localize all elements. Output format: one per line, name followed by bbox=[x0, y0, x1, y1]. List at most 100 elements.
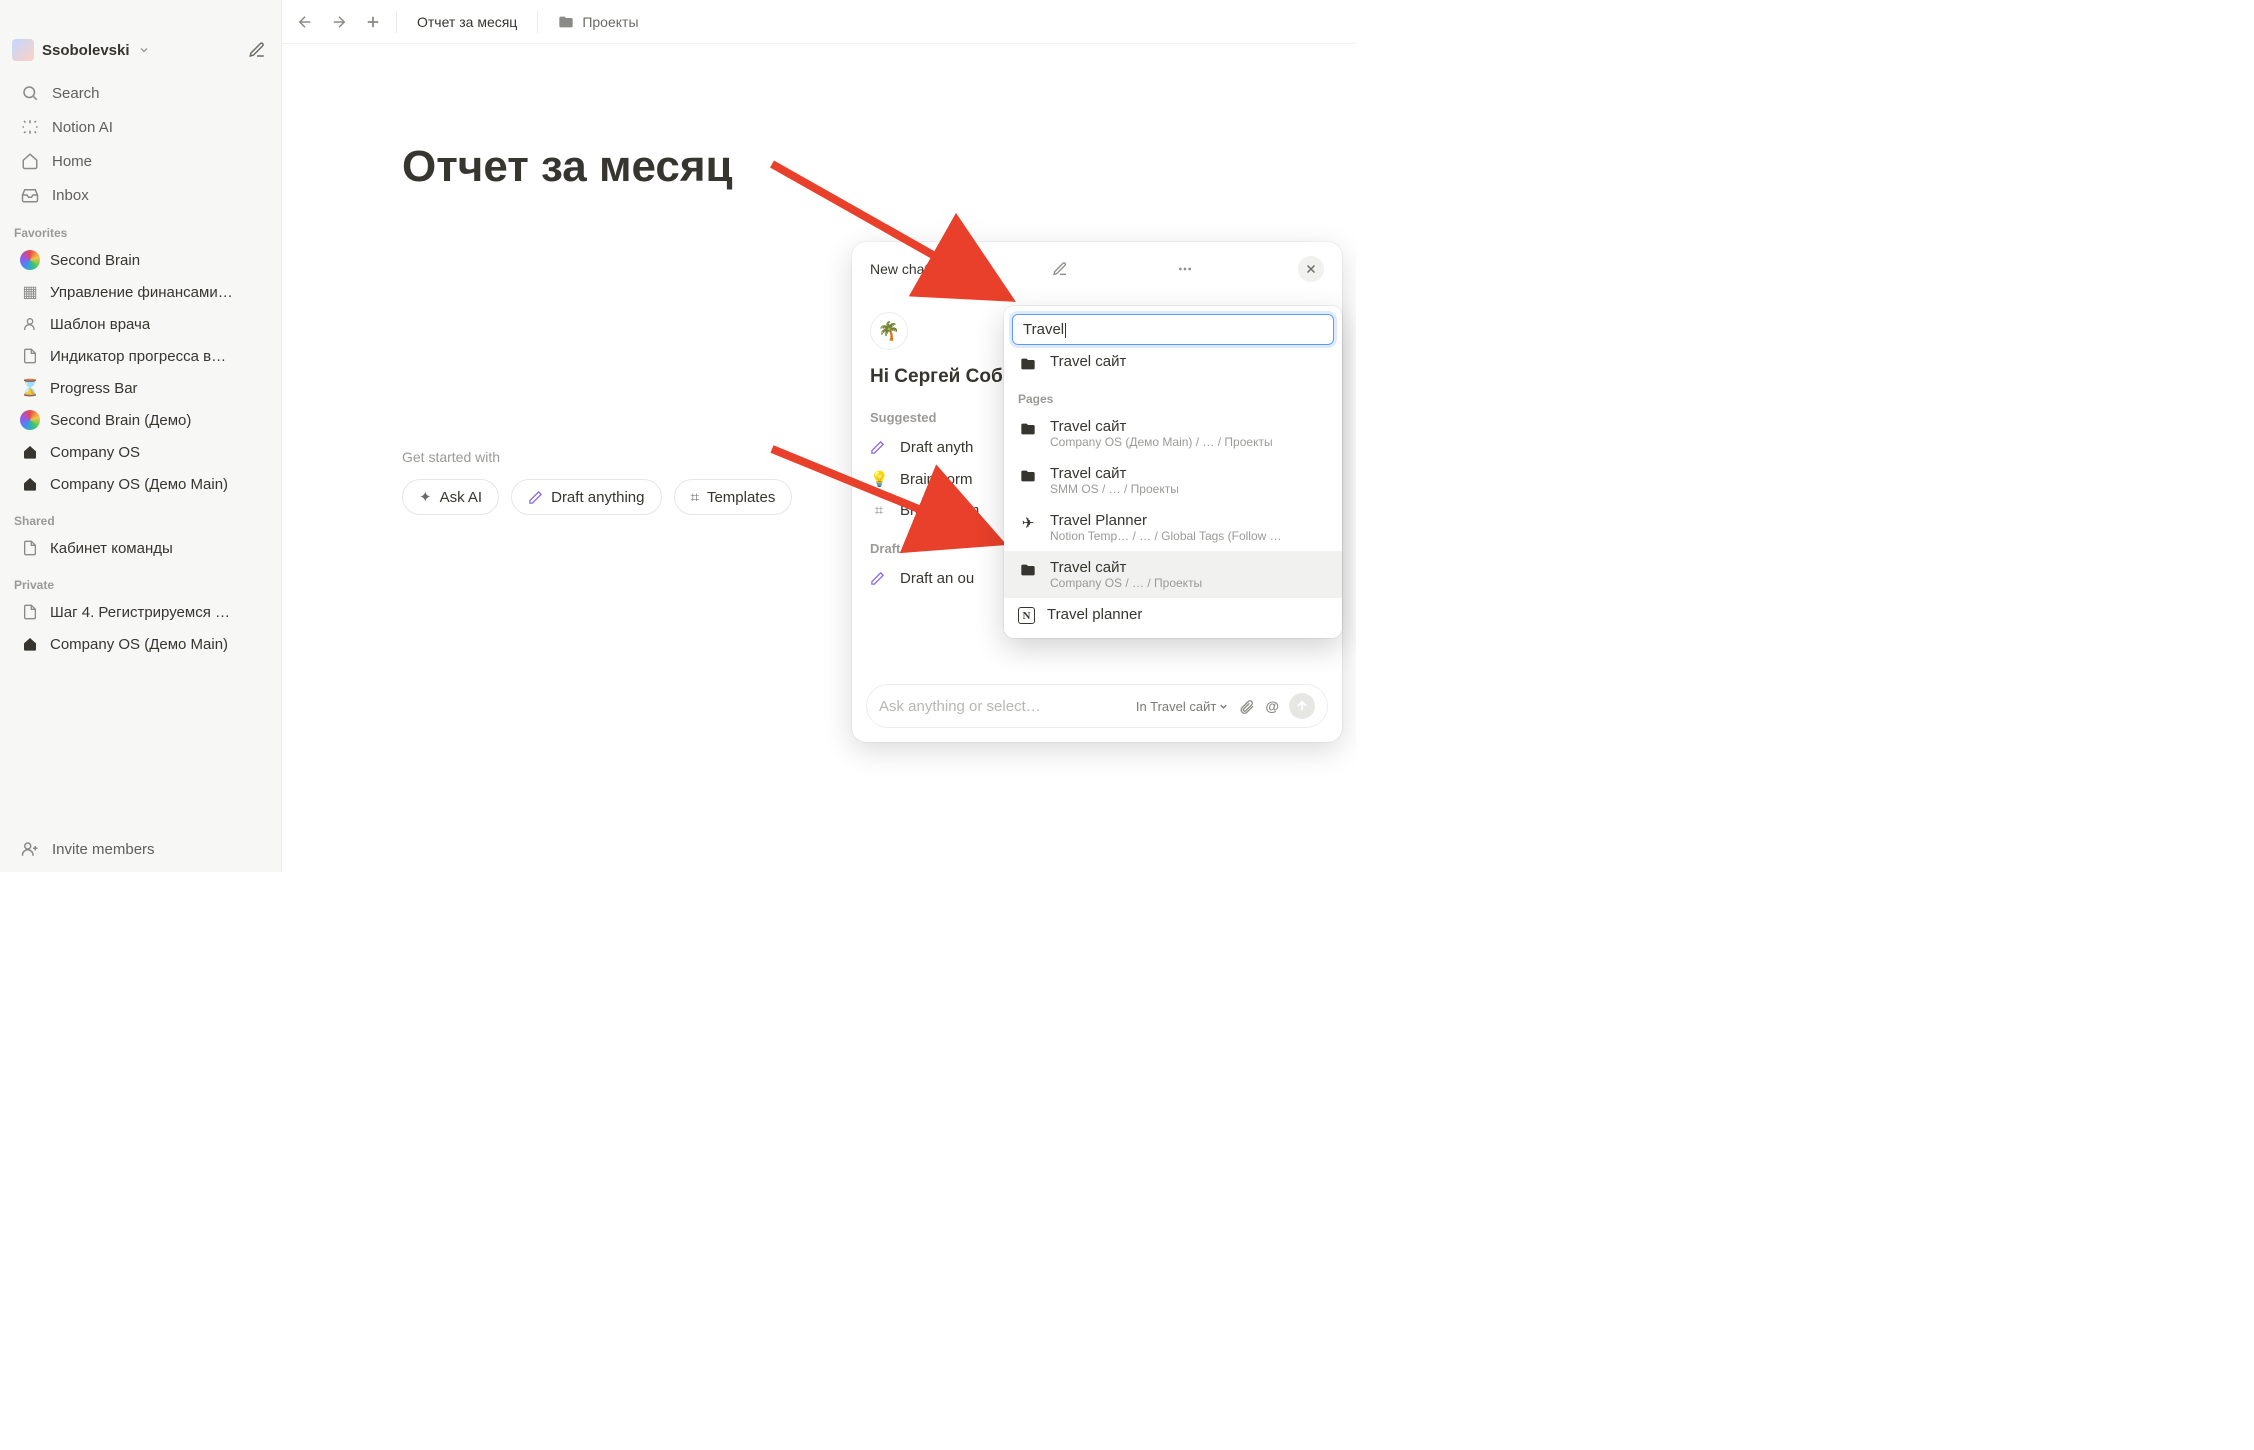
chip-templates[interactable]: ⌗Templates bbox=[674, 479, 793, 515]
ai-header-title[interactable]: New chat bbox=[870, 261, 928, 277]
ai-input[interactable]: Ask anything or select… In Travel сайт @ bbox=[866, 684, 1328, 728]
mention-search-popup: Travel Travel сайт Pages Travel сайтComp… bbox=[1004, 306, 1342, 638]
workspace-name: Ssobolevski bbox=[42, 42, 130, 59]
popup-section-pages: Pages bbox=[1004, 382, 1342, 410]
section-favorites: Favorites bbox=[0, 212, 281, 244]
sidebar-home[interactable]: Home bbox=[6, 145, 275, 177]
ai-logo: 🌴 bbox=[870, 312, 908, 350]
folder-icon bbox=[558, 14, 574, 30]
chip-ask-ai[interactable]: ✦Ask AI bbox=[402, 479, 499, 515]
grid-icon: ⌗ bbox=[870, 502, 888, 519]
pencil-icon bbox=[528, 490, 543, 505]
bulb-icon: 💡 bbox=[870, 470, 888, 488]
sidebar-inbox[interactable]: Inbox bbox=[6, 179, 275, 211]
page-icon bbox=[20, 602, 40, 622]
rainbow-icon bbox=[20, 250, 40, 270]
home-solid-icon bbox=[20, 442, 40, 462]
invite-members-label: Invite members bbox=[52, 841, 155, 858]
workspace-switcher[interactable]: Ssobolevski bbox=[0, 32, 281, 68]
popup-result-2[interactable]: ✈︎ Travel PlannerNotion Temp… / … / Glob… bbox=[1004, 504, 1342, 551]
new-tab-button[interactable] bbox=[358, 7, 388, 37]
sidebar-page-progress-bar[interactable]: ⌛Progress Bar bbox=[6, 373, 275, 403]
send-button[interactable] bbox=[1289, 693, 1315, 719]
workspace-avatar bbox=[12, 39, 34, 61]
user-icon bbox=[20, 314, 40, 334]
section-private: Private bbox=[0, 564, 281, 596]
popup-option-top[interactable]: Travel сайт bbox=[1004, 345, 1342, 382]
page-icon bbox=[20, 538, 40, 558]
popup-search-value: Travel bbox=[1023, 321, 1064, 338]
chip-draft[interactable]: Draft anything bbox=[511, 479, 661, 515]
sidebar-search[interactable]: Search bbox=[6, 77, 275, 109]
sidebar-nav-label: Inbox bbox=[52, 187, 89, 204]
editor-main: Отчет за месяц Get started with ✦Ask AI … bbox=[282, 44, 1356, 872]
topbar: Отчет за месяц Проекты bbox=[282, 0, 1356, 44]
more-icon[interactable] bbox=[1172, 256, 1198, 282]
sparkle-icon: ✦ bbox=[419, 488, 432, 506]
search-icon bbox=[20, 83, 40, 103]
sidebar: Ssobolevski Search Notion AI Home Inbox … bbox=[0, 0, 282, 872]
popup-result-1[interactable]: Travel сайтSMM OS / … / Проекты bbox=[1004, 457, 1342, 504]
tab-current[interactable]: Отчет за месяц bbox=[405, 10, 529, 34]
popup-result-0[interactable]: Travel сайтCompany OS (Демо Main) / … / … bbox=[1004, 410, 1342, 457]
sidebar-page-company-os-demo-priv[interactable]: Company OS (Демо Main) bbox=[6, 629, 275, 659]
folder-icon bbox=[1018, 466, 1038, 486]
grid-icon: ⌗ bbox=[691, 489, 699, 506]
nav-back-button[interactable] bbox=[290, 7, 320, 37]
ai-panel-header: New chat bbox=[870, 256, 1324, 282]
folder-icon bbox=[1018, 560, 1038, 580]
popup-search-input[interactable]: Travel bbox=[1012, 314, 1334, 345]
sidebar-page-company-os[interactable]: Company OS bbox=[6, 437, 275, 467]
edit-chat-icon[interactable] bbox=[1047, 256, 1073, 282]
tab-label: Отчет за месяц bbox=[417, 14, 517, 30]
section-shared: Shared bbox=[0, 500, 281, 532]
ai-input-placeholder: Ask anything or select… bbox=[879, 698, 1041, 715]
tab-divider bbox=[396, 11, 397, 33]
rainbow-icon bbox=[20, 410, 40, 430]
close-icon[interactable] bbox=[1298, 256, 1324, 282]
popup-result-4[interactable]: N Travel planner bbox=[1004, 598, 1342, 632]
pencil-icon bbox=[870, 440, 888, 455]
home-solid-icon bbox=[20, 474, 40, 494]
sidebar-nav-label: Home bbox=[52, 153, 92, 170]
user-plus-icon bbox=[20, 839, 40, 859]
sidebar-nav-label: Notion AI bbox=[52, 119, 113, 136]
popup-result-3[interactable]: Travel сайтCompany OS / … / Проекты bbox=[1004, 551, 1342, 598]
sidebar-page-progress-indicator[interactable]: Индикатор прогресса в… bbox=[6, 341, 275, 371]
sidebar-notion-ai[interactable]: Notion AI bbox=[6, 111, 275, 143]
tab-divider bbox=[537, 11, 538, 33]
tab-projects[interactable]: Проекты bbox=[546, 10, 650, 34]
pencil-icon bbox=[870, 571, 888, 586]
notion-icon: N bbox=[1018, 607, 1035, 624]
chevron-down-icon[interactable] bbox=[936, 264, 947, 275]
invite-members[interactable]: Invite members bbox=[6, 833, 275, 865]
sparkle-icon bbox=[20, 117, 40, 137]
gallery-icon: ▦ bbox=[20, 282, 40, 302]
plane-icon: ✈︎ bbox=[1018, 513, 1038, 533]
sidebar-page-company-os-demo[interactable]: Company OS (Демо Main) bbox=[6, 469, 275, 499]
folder-icon bbox=[1018, 419, 1038, 439]
folder-icon bbox=[1018, 354, 1038, 374]
hourglass-icon: ⌛ bbox=[20, 378, 40, 398]
sidebar-page-second-brain-demo[interactable]: Second Brain (Демо) bbox=[6, 405, 275, 435]
get-started-chips: ✦Ask AI Draft anything ⌗Templates bbox=[402, 479, 792, 515]
new-page-button-icon[interactable] bbox=[245, 38, 269, 62]
mention-icon[interactable]: @ bbox=[1265, 698, 1279, 714]
tab-label: Проекты bbox=[582, 14, 638, 30]
sidebar-page-team-cabinet[interactable]: Кабинет команды bbox=[6, 533, 275, 563]
page-icon bbox=[20, 346, 40, 366]
sidebar-page-second-brain[interactable]: Second Brain bbox=[6, 245, 275, 275]
page-title[interactable]: Отчет за месяц bbox=[402, 142, 733, 192]
sidebar-search-label: Search bbox=[52, 85, 100, 102]
sidebar-page-step4[interactable]: Шаг 4. Регистрируемся … bbox=[6, 597, 275, 627]
inbox-icon bbox=[20, 185, 40, 205]
ai-context[interactable]: In Travel сайт bbox=[1136, 699, 1229, 714]
attachment-icon[interactable] bbox=[1239, 698, 1255, 714]
home-solid-icon bbox=[20, 634, 40, 654]
sidebar-page-finance[interactable]: ▦Управление финансами… bbox=[6, 277, 275, 307]
nav-forward-button[interactable] bbox=[324, 7, 354, 37]
sidebar-page-doctor-template[interactable]: Шаблон врача bbox=[6, 309, 275, 339]
get-started-label: Get started with bbox=[402, 449, 500, 465]
home-icon bbox=[20, 151, 40, 171]
chevron-down-icon bbox=[138, 44, 150, 56]
